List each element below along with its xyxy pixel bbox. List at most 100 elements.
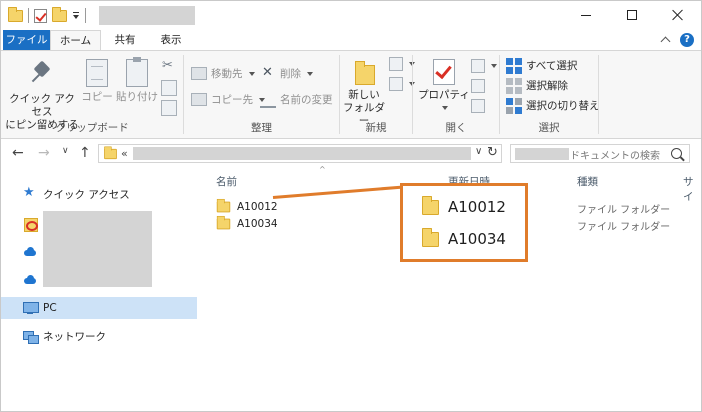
network-icon [23, 329, 39, 344]
column-header-name[interactable]: 名前 [216, 174, 237, 189]
minimize-button[interactable] [563, 1, 609, 30]
column-size-label: サイ [683, 176, 694, 203]
rename-button[interactable]: 名前の変更 [260, 91, 333, 108]
open-group: プロパティ 開く [413, 51, 499, 139]
select-group-label: 選択 [538, 122, 560, 134]
callout-item: A10012 [422, 195, 506, 219]
new-folder-icon[interactable] [52, 6, 67, 22]
copy-to-icon [191, 93, 207, 106]
toolbar-divider [85, 8, 86, 23]
nav-item-network[interactable]: ネットワーク [1, 325, 197, 347]
new-folder-button[interactable]: 新しい フォルダー [342, 59, 386, 128]
history-button[interactable] [471, 97, 485, 114]
help-icon[interactable]: ? [680, 33, 694, 47]
tab-share[interactable]: 共有 [107, 30, 143, 50]
back-arrow-icon[interactable]: ← [12, 145, 24, 161]
easy-access-icon [389, 76, 403, 91]
paste-shortcut-icon [161, 99, 177, 116]
select-all-label: すべて選択 [526, 60, 578, 72]
select-none-button[interactable]: 選択解除 [506, 77, 568, 94]
invert-selection-icon [506, 97, 522, 114]
toolbar-divider [28, 8, 29, 23]
organize-group-label: 整理 [251, 122, 272, 134]
copy-path-button[interactable] [161, 79, 177, 96]
properties-icon[interactable] [34, 8, 47, 23]
cloud-icon [23, 245, 37, 259]
quick-access-toolbar [8, 6, 86, 24]
navigation-pane: クイック アクセス PC ネットワーク [1, 167, 198, 411]
properties-button[interactable]: プロパティ [417, 59, 471, 115]
new-group: 新しい フォルダー 新規 [340, 51, 415, 139]
refresh-icon[interactable]: ↻ [487, 145, 498, 160]
tab-view[interactable]: 表示 [151, 30, 191, 50]
navigation-bar: ← → ∨ ↑ « ∨ ↻ ドキュメントの検索 [1, 139, 701, 167]
callout-file-name: A10012 [448, 198, 506, 216]
copy-button[interactable]: コピー [81, 59, 113, 104]
forward-arrow-icon[interactable]: → [38, 145, 50, 161]
copy-to-button[interactable]: コピー先 [191, 91, 265, 108]
address-overflow-chevron[interactable]: « [121, 147, 128, 160]
title-bar [1, 1, 701, 30]
close-button[interactable] [655, 1, 701, 30]
folder-icon [422, 227, 439, 247]
nav-labels-redacted [43, 211, 152, 287]
callout-item: A10034 [422, 227, 506, 251]
folder-icon [8, 6, 23, 22]
nav-item-pc[interactable]: PC [1, 297, 197, 319]
maximize-button[interactable] [609, 1, 655, 30]
cut-button[interactable] [161, 58, 177, 76]
folder-icon [216, 215, 231, 230]
address-history-chevron-icon[interactable]: ∨ [475, 146, 482, 157]
file-name: A10034 [237, 218, 278, 230]
collapse-ribbon-icon[interactable] [661, 35, 671, 43]
up-arrow-icon[interactable]: ↑ [79, 145, 91, 161]
ribbon-tabs: ファイル ホーム 共有 表示 ? [1, 30, 701, 51]
file-type: ファイル フォルダー [577, 222, 671, 233]
maximize-icon [627, 10, 637, 20]
delete-button[interactable]: 削除 [260, 65, 313, 82]
open-group-label: 開く [445, 122, 467, 134]
star-icon [23, 185, 37, 201]
paste-button[interactable]: 貼り付け [115, 57, 159, 104]
select-all-button[interactable]: すべて選択 [506, 57, 577, 74]
recent-locations-chevron-icon[interactable]: ∨ [62, 146, 69, 156]
organize-group: 移動先 削除 コピー先 名前の変更 整理 [184, 51, 339, 139]
paste-shortcut-button[interactable] [161, 99, 177, 116]
folder-icon [216, 198, 231, 213]
history-icon [471, 98, 485, 113]
column-type-label: 種類 [577, 176, 598, 188]
nav-quick-access-label: クイック アクセス [43, 188, 130, 201]
customize-toolbar-dropdown-icon[interactable] [72, 11, 80, 21]
tab-file[interactable]: ファイル [3, 30, 50, 50]
move-to-button[interactable]: 移動先 [191, 65, 255, 82]
search-input[interactable]: ドキュメントの検索 [510, 144, 690, 163]
edit-button[interactable] [471, 77, 485, 94]
window-controls [563, 1, 701, 30]
minimize-icon [581, 15, 591, 16]
folder-icon [422, 195, 439, 215]
nav-network-label: ネットワーク [43, 330, 106, 343]
new-folder-icon [353, 59, 375, 85]
search-icon[interactable] [671, 148, 682, 159]
explorer-window: ファイル ホーム 共有 表示 ? クイック アクセス にピン留めする コピー 貼… [0, 0, 702, 412]
callout-file-name: A10034 [448, 230, 506, 248]
invert-selection-button[interactable]: 選択の切り替え [506, 97, 600, 114]
table-row[interactable]: A10012 [216, 198, 278, 216]
search-placeholder: ドキュメントの検索 [570, 151, 660, 162]
window-title-redacted [99, 6, 195, 25]
copy-path-icon [161, 79, 177, 96]
nav-item-quick-access[interactable]: クイック アクセス [1, 183, 197, 205]
open-icon [471, 58, 485, 73]
select-none-label: 選択解除 [526, 80, 568, 92]
sort-ascending-icon: ^ [319, 165, 326, 174]
copy-label: コピー [81, 91, 113, 103]
open-button[interactable] [471, 57, 497, 74]
column-header-type[interactable]: 種類 [577, 174, 598, 189]
table-row[interactable]: A10034 [216, 215, 278, 233]
column-header-size[interactable]: サイ [683, 174, 701, 204]
rename-label: 名前の変更 [280, 94, 333, 106]
address-bar[interactable]: « ∨ ↻ [98, 144, 502, 163]
tab-home[interactable]: ホーム [50, 30, 101, 51]
rename-icon [260, 92, 276, 108]
move-to-icon [191, 67, 207, 80]
